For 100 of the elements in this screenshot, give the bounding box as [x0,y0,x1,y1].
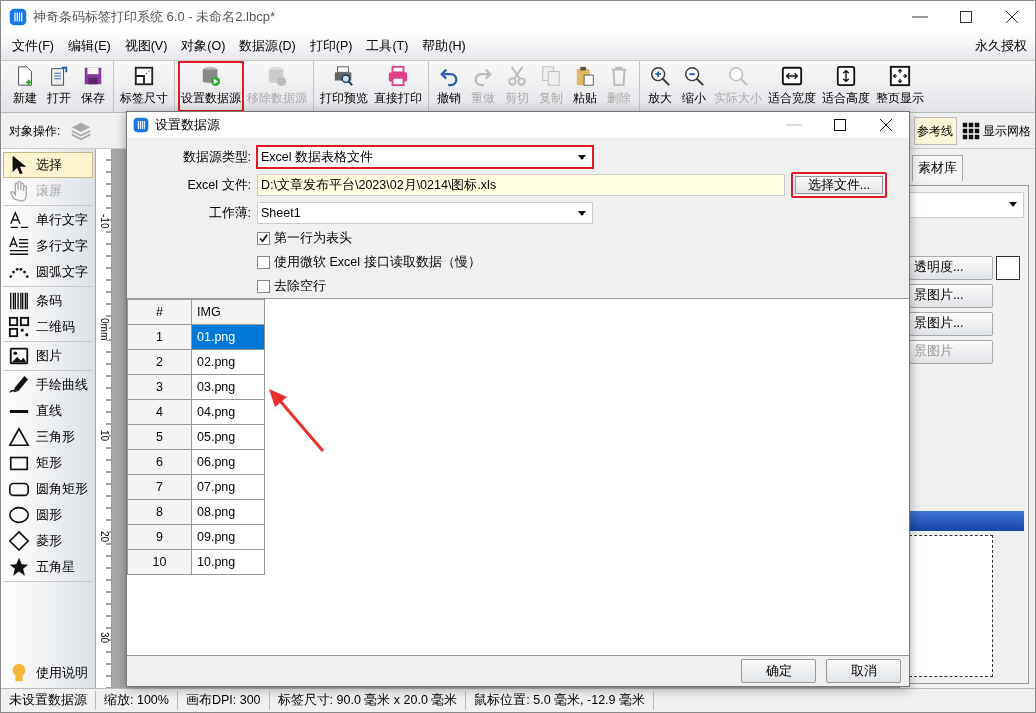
row-number: 9 [127,524,192,550]
checkbox-label: 使用微软 Excel 接口读取数据（慢） [274,253,481,271]
menu-item[interactable]: 打印(P) [302,35,360,58]
toolbar-button[interactable]: 缩小 [677,61,711,112]
close-icon[interactable] [1006,11,1018,23]
tool-button[interactable]: 单行文字 [3,207,93,233]
menu-item[interactable]: 视图(V) [117,35,175,58]
license-label: 永久授权 [975,38,1027,56]
diamond-icon [8,530,30,552]
table-cell[interactable]: 07.png [191,474,265,500]
toolbar-button[interactable]: 新建 [8,61,42,112]
ruler-label: 10 [98,430,109,442]
pen-icon [8,374,30,396]
maximize-icon[interactable] [960,11,972,23]
menu-item[interactable]: 编辑(E) [60,35,118,58]
row-number: 4 [127,399,192,425]
ruler-label: 30 [98,631,109,644]
toolbar-button[interactable]: 保存 [76,61,110,112]
row-number: 2 [127,349,192,375]
field-label: Excel 文件: [186,176,252,194]
checkbox[interactable] [257,255,270,269]
tool-button[interactable]: 直线 [3,398,93,424]
status-text: 缩放: 100% [96,691,178,710]
tool-button[interactable]: 图片 [3,343,93,369]
panel-button[interactable]: 透明度... [909,255,993,280]
star-icon [8,556,30,578]
arrow-drawing [267,389,327,455]
menu-item[interactable]: 工具(T) [359,35,416,58]
barcode-icon [8,290,30,312]
dialog-title: 设置数据源 [155,116,220,134]
menu-item[interactable]: 对象(O) [174,35,233,58]
row-number: 7 [127,474,192,500]
cancel-button[interactable]: 取消 [826,659,901,683]
panel-tab[interactable]: 素材库 [912,155,963,181]
file-path-field[interactable]: D:\文章发布平台\2023\02月\0214\图标.xls [257,174,785,196]
row-number: 8 [127,499,192,525]
close-icon[interactable] [880,119,892,131]
caret-icon [1009,202,1017,208]
checkbox[interactable] [257,279,270,293]
caret-icon [578,210,586,216]
table-cell[interactable]: 03.png [191,374,265,400]
multiline-text-icon [8,235,30,257]
table-cell[interactable]: 02.png [191,349,265,375]
tool-button[interactable]: 圆弧文字 [3,259,93,285]
window-title: 神奇条码标签打印系统 6.0 - 未命名2.lbcp* [33,8,275,27]
object-ops-label: 对象操作: [9,122,61,140]
tool-button[interactable]: 圆角矩形 [3,476,93,502]
menu-item[interactable]: 帮助(H) [415,35,473,58]
tool-button[interactable]: 三角形 [3,424,93,450]
dropdown[interactable]: Sheet1 [257,202,593,224]
table-cell[interactable]: 09.png [191,524,265,550]
field-label: 工作薄: [207,204,252,222]
line-icon [8,409,30,413]
color-swatch[interactable] [996,255,1020,280]
ellipse-icon [8,504,30,526]
tool-button[interactable]: 条码 [3,288,93,314]
menu-item[interactable]: 文件(F) [5,35,61,58]
tool-button[interactable]: 选择 [3,152,93,178]
toolbar-button[interactable]: 整页显示 [873,61,927,112]
panel-button[interactable]: 景图片... [909,283,993,308]
tool-button[interactable]: 多行文字 [3,233,93,259]
toolbar-button[interactable]: 撤销 [432,61,466,112]
field-label: 数据源类型: [181,148,252,166]
grid-toggle[interactable]: 显示网格 [960,121,1033,140]
column-header[interactable]: IMG [191,299,265,325]
checkbox[interactable] [257,231,270,245]
dropdown[interactable]: Excel 数据表格文件 [257,146,593,168]
table-cell[interactable]: 10.png [191,549,265,575]
tool-button[interactable]: 矩形 [3,450,93,476]
app-logo-icon [9,8,27,26]
maximize-icon[interactable] [834,119,846,131]
tool-button[interactable]: 二维码 [3,314,93,340]
ruler-label: 0mm [98,318,109,341]
column-header[interactable]: # [127,299,192,325]
text-line-icon [8,209,30,231]
guides-toggle[interactable]: 参考线 [914,116,957,145]
table-cell[interactable]: 06.png [191,449,265,475]
table-cell[interactable]: 05.png [191,424,265,450]
qr-code-icon [8,316,30,338]
grid-icon [962,121,980,140]
row-number: 10 [127,549,192,575]
help-button[interactable]: 使用说明 [3,660,93,686]
toolbar-button[interactable]: 打开 [42,61,76,112]
panel-button[interactable]: 景图片... [909,311,993,336]
caret-icon [578,154,586,160]
tool-button[interactable]: 五角星 [3,554,93,580]
status-text: 未设置数据源 [1,691,96,710]
ok-button[interactable]: 确定 [741,659,816,683]
fit-page-icon [887,65,913,87]
table-cell[interactable]: 04.png [191,399,265,425]
fit-width-icon [779,65,805,87]
tool-button[interactable]: 菱形 [3,528,93,554]
choose-file-button[interactable]: 选择文件... [791,172,887,198]
tool-button[interactable]: 手绘曲线 [3,372,93,398]
status-text: 鼠标位置: 5.0 毫米, -12.9 毫米 [466,691,655,710]
status-text: 画布DPI: 300 [177,691,270,710]
row-number: 1 [127,324,192,350]
table-cell[interactable]: 08.png [191,499,265,525]
menu-item[interactable]: 数据源(D) [232,35,303,58]
tool-button[interactable]: 圆形 [3,502,93,528]
